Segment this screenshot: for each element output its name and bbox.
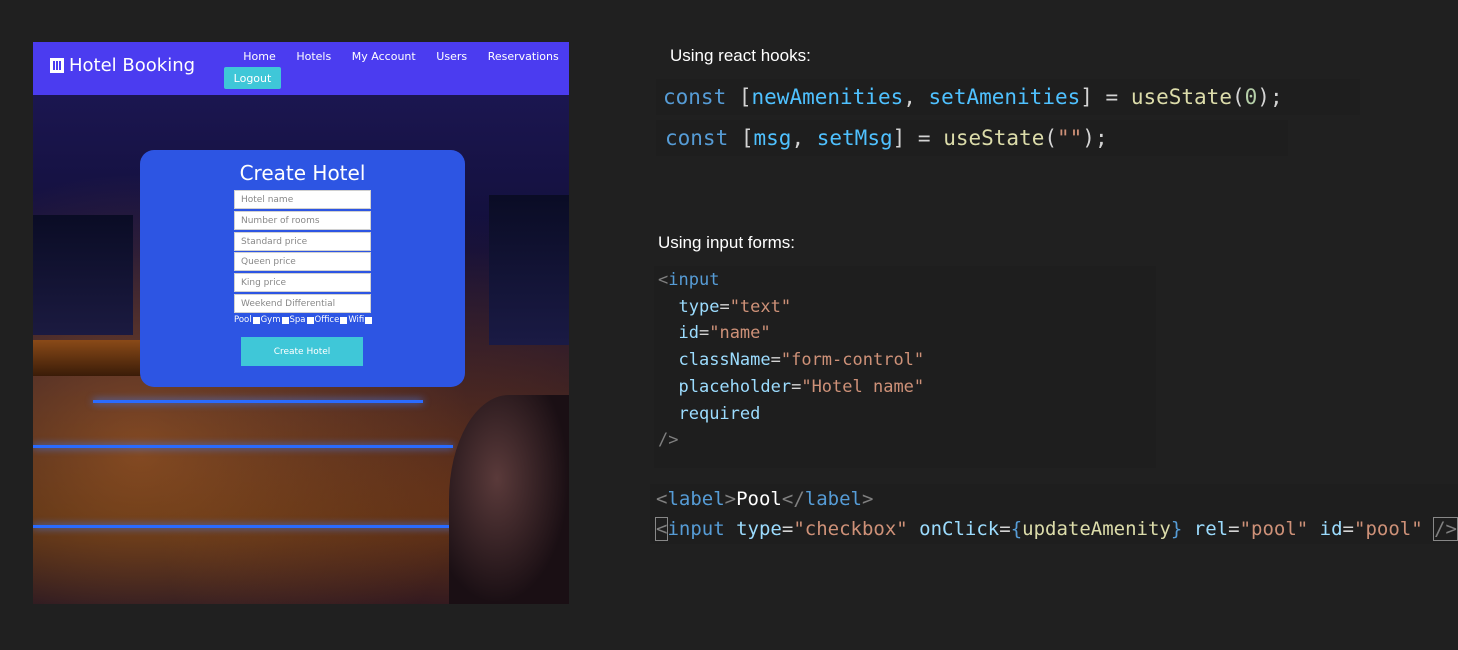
code-token: "pool" — [1354, 518, 1423, 540]
king-price-input[interactable]: King price — [234, 273, 371, 292]
code-token: } — [1170, 518, 1183, 540]
city-window-right — [489, 195, 569, 345]
code-token: "text" — [729, 296, 792, 317]
nav-my-account[interactable]: My Account — [352, 50, 416, 63]
code-token: input — [668, 270, 720, 290]
weekend-differential-input[interactable]: Weekend Differential — [234, 294, 371, 313]
standard-price-input[interactable]: Standard price — [234, 232, 371, 251]
amenities-row: Pool Gym Spa Office Wifi — [234, 315, 373, 325]
code-token: ] = — [892, 126, 944, 150]
queen-price-input[interactable]: Queen price — [234, 252, 371, 271]
wifi-checkbox[interactable] — [365, 316, 373, 324]
code-token: label — [667, 488, 725, 510]
code-token: setAmenities — [928, 85, 1081, 109]
form-title: Create Hotel — [239, 161, 366, 185]
code-token: > — [861, 488, 874, 510]
code-checkbox-element: <label>Pool</label> <input type="checkbo… — [650, 484, 1458, 544]
code-token: ); — [1257, 85, 1283, 109]
create-hotel-button[interactable]: Create Hotel — [241, 337, 363, 366]
code-token: msg — [753, 126, 792, 150]
code-token: < — [654, 517, 669, 541]
city-window-left — [33, 215, 133, 335]
code-token: "" — [1057, 126, 1083, 150]
code-token: 0 — [1244, 85, 1258, 109]
code-token: /> — [658, 430, 679, 451]
code-token: "pool" — [1239, 518, 1309, 540]
code-token: [ — [728, 126, 754, 150]
code-token: label — [804, 488, 862, 510]
code-token: "form-control" — [780, 350, 925, 371]
code-token: ( — [1044, 126, 1057, 150]
code-token: type — [736, 518, 782, 540]
amenity-label: Wifi — [348, 315, 365, 325]
code-token: const — [663, 85, 727, 109]
code-token: const — [665, 126, 729, 150]
code-token: < — [658, 270, 669, 290]
code-token: [ — [726, 85, 752, 109]
code-token: Pool — [736, 488, 782, 510]
code-token: , — [791, 126, 817, 150]
code-hook-1: const [newAmenities, setAmenities] = use… — [656, 79, 1360, 115]
code-token: className — [678, 350, 771, 371]
code-hook-2: const [msg, setMsg] = useState(""); — [656, 120, 1288, 156]
code-token: id — [1319, 518, 1343, 540]
code-token: ); — [1082, 126, 1108, 150]
nav-home[interactable]: Home — [243, 50, 275, 63]
code-token: placeholder — [678, 376, 792, 397]
hooks-heading: Using react hooks: — [670, 46, 811, 65]
nav-users[interactable]: Users — [436, 50, 467, 63]
code-token: { — [1010, 518, 1023, 540]
code-token: type — [678, 296, 720, 317]
nav-hotels[interactable]: Hotels — [296, 50, 331, 63]
code-token: input — [667, 518, 725, 540]
create-hotel-form: Create Hotel Hotel name Number of rooms … — [140, 150, 465, 387]
logout-button[interactable]: Logout — [224, 67, 281, 89]
code-token: "Hotel name" — [801, 376, 925, 397]
brand[interactable]: Hotel Booking — [50, 55, 195, 76]
code-token: updateAmenity — [1022, 518, 1171, 540]
code-token: required — [678, 403, 761, 424]
app-screenshot: Hotel Booking Home Hotels My Account Use… — [33, 42, 569, 604]
code-token: onClick — [919, 518, 1000, 540]
amenity-label: Spa — [289, 315, 306, 325]
nav-reservations[interactable]: Reservations — [488, 50, 559, 63]
code-token: ] = — [1080, 85, 1131, 109]
floor-light — [93, 400, 423, 403]
code-token: /> — [1433, 517, 1458, 541]
code-token: "name" — [709, 323, 771, 344]
amenity-label: Pool — [234, 315, 252, 325]
code-token: ( — [1231, 85, 1245, 109]
rooms-input[interactable]: Number of rooms — [234, 211, 371, 230]
code-token: id — [678, 323, 699, 344]
hotel-name-input[interactable]: Hotel name — [234, 190, 371, 209]
pool-checkbox[interactable] — [252, 316, 260, 324]
hotel-icon — [50, 58, 64, 73]
code-input-element: <input type="text" id="name" className="… — [654, 266, 1156, 468]
code-token: "checkbox" — [793, 518, 908, 540]
brand-label: Hotel Booking — [69, 55, 196, 76]
floor-light — [33, 525, 463, 528]
code-token: setMsg — [816, 126, 893, 150]
code-token: rel — [1193, 518, 1229, 540]
code-token: useState — [1130, 85, 1232, 109]
nav-links: Home Hotels My Account Users Reservation… — [233, 50, 569, 63]
code-token: useState — [943, 126, 1045, 150]
forms-heading: Using input forms: — [658, 233, 795, 252]
amenity-label: Office — [314, 315, 340, 325]
code-token: </ — [781, 488, 805, 510]
code-token: > — [724, 488, 737, 510]
spa-checkbox[interactable] — [306, 316, 314, 324]
navbar: Hotel Booking Home Hotels My Account Use… — [33, 42, 569, 95]
code-token: newAmenities — [751, 85, 904, 109]
code-token: < — [656, 488, 668, 510]
gym-checkbox[interactable] — [281, 316, 289, 324]
code-token: , — [903, 85, 929, 109]
floor-light — [33, 445, 453, 448]
office-checkbox[interactable] — [340, 316, 348, 324]
armchair — [449, 395, 569, 604]
amenity-label: Gym — [260, 315, 281, 325]
